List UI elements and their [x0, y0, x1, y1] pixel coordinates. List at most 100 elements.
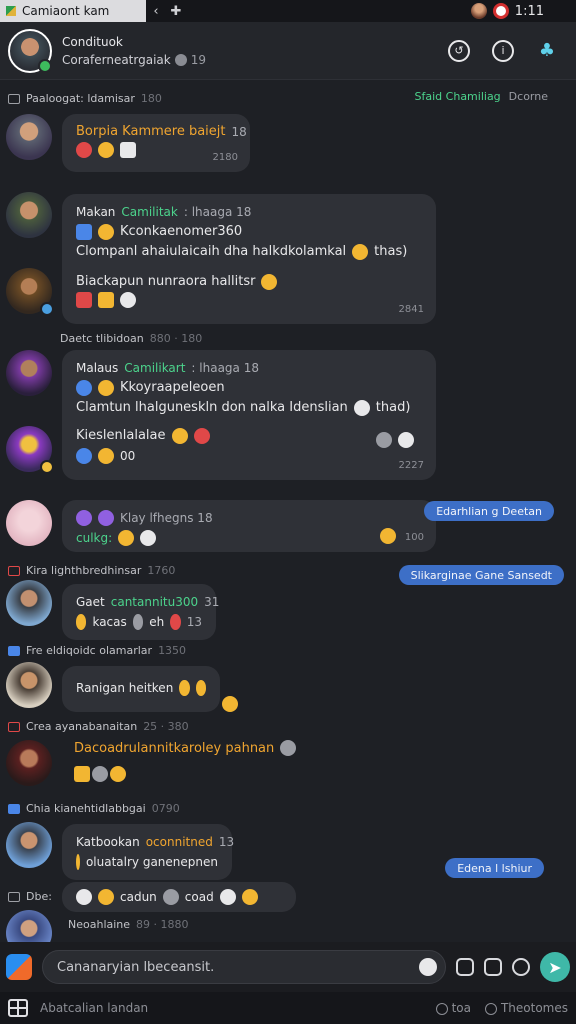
verified-icon — [38, 58, 52, 73]
sticker-icon — [74, 766, 90, 782]
chat-icon — [8, 803, 20, 814]
message-feed[interactable]: Paaloogat: ldamisar 180 Sfaid Chamiliag … — [0, 80, 576, 942]
profile-avatar[interactable] — [470, 3, 487, 19]
ball-icon — [120, 292, 136, 308]
message-bubble[interactable]: Klay lfhegns 18 culkg: 100 — [62, 500, 436, 552]
back-arrow-icon[interactable]: ‹ — [146, 4, 166, 19]
bottom-item-2[interactable]: Theotomes — [484, 1001, 568, 1015]
avatar[interactable] — [6, 350, 52, 396]
sparkle-icon — [76, 510, 92, 526]
gear-icon — [140, 530, 157, 546]
face-icon — [170, 614, 181, 630]
badge-icon — [40, 460, 54, 474]
circle-icon — [435, 1002, 448, 1015]
chat-header: Condituok Coraferneatrgaiak 19 ↺ i ♣ — [0, 22, 576, 80]
bottom-bar: Abatcalian landan toa Theotomes — [0, 992, 576, 1024]
chat-icon — [8, 645, 20, 656]
message-time: 2180 — [212, 152, 238, 163]
chat-icon — [8, 891, 20, 902]
message-text[interactable]: Dacoadrulannitkaroley pahnan — [74, 740, 297, 756]
avatar[interactable] — [6, 740, 52, 786]
thread-meta-row: Chia kianehtidlabbgai 0790 — [8, 802, 180, 815]
contact-avatar[interactable] — [8, 28, 52, 73]
pin-icon[interactable]: ✚ — [166, 4, 186, 19]
avatar[interactable] — [6, 426, 54, 474]
message-bubble[interactable]: Makan Camilitak: lhaaga 18 Kconkaenomer36… — [62, 194, 436, 324]
message-bubble[interactable]: cadun coad — [62, 882, 296, 912]
hand-icon — [76, 854, 80, 870]
pizza-icon — [76, 142, 92, 158]
message-bubble[interactable]: Katbookan oconnitned 13 oluatalry ganenepn… — [62, 824, 234, 880]
subtitle-count: 19 — [190, 52, 206, 67]
reply-pill[interactable]: Edarhlian g Deetan — [424, 501, 554, 521]
thread-meta-row: Kira lighthbredhinsar 1760 — [8, 564, 175, 577]
thread-meta-row: Crea ayanabanaitan 25 · 380 — [8, 720, 189, 733]
message-bubble[interactable]: Gaet cantannitu300 31 kacas eh 13 — [62, 584, 219, 640]
send-icon[interactable]: ➤ — [540, 952, 570, 982]
smile-icon — [110, 766, 126, 782]
avatar[interactable] — [6, 580, 52, 626]
heart-icon — [98, 448, 114, 464]
message-bubble[interactable]: Malaus Camilikart: lhaaga 18 Kkoyraapeleo… — [62, 350, 436, 480]
share-icon[interactable]: ♣ — [536, 40, 558, 62]
app-logo-icon — [6, 6, 16, 16]
sticker-button-icon[interactable] — [456, 958, 474, 976]
folder-icon — [8, 93, 20, 104]
message-time: 2841 — [398, 304, 424, 315]
thread-meta-row: Dbe: — [8, 890, 52, 903]
channel-link[interactable]: Sfaid Chamiliag — [415, 90, 501, 103]
app-tab[interactable]: Camiaont kam — [0, 0, 146, 22]
avatar[interactable] — [6, 114, 52, 160]
reply-pill[interactable]: Edena l lshiur — [445, 858, 544, 878]
message-input[interactable] — [57, 959, 419, 975]
avatar[interactable] — [6, 268, 54, 316]
message-count: 100 — [404, 532, 424, 543]
status-bar: Camiaont kam ‹ ✚ 1:11 — [0, 0, 576, 22]
leaf-icon — [118, 530, 135, 546]
sparkle-icon — [98, 224, 114, 240]
alert-icon — [8, 721, 20, 732]
inbox-icon — [8, 565, 20, 576]
avatar[interactable] — [6, 662, 52, 708]
avatar[interactable] — [6, 910, 52, 942]
message-stickers[interactable] — [74, 766, 126, 782]
message-time: 2227 — [398, 460, 424, 471]
thread-meta-row: Neoahlaine 89 · 1880 — [68, 918, 189, 931]
bottom-item-1[interactable]: toa — [435, 1001, 471, 1015]
sparkle-icon — [98, 510, 114, 526]
attachment-app-icon[interactable] — [6, 954, 32, 980]
pencil-icon — [380, 528, 396, 544]
gif-button-icon[interactable] — [484, 958, 502, 976]
info-icon[interactable]: i — [492, 39, 514, 62]
pencil-icon — [179, 680, 190, 696]
contact-subtitle: Coraferneatrgaiak — [62, 52, 171, 67]
thread-meta-right: Sfaid Chamiliag Dcorne — [415, 90, 548, 103]
message-bubble[interactable]: Ranigan heitken — [62, 666, 220, 712]
app-title: Camiaont kam — [22, 4, 110, 18]
reaction-avatar-icon[interactable] — [376, 432, 392, 448]
avatar[interactable] — [6, 822, 52, 868]
emoji-icon[interactable] — [419, 958, 437, 976]
reaction-avatar-icon[interactable] — [398, 432, 414, 448]
pencil-icon[interactable] — [222, 696, 238, 712]
smile-icon — [98, 142, 114, 158]
clock: 1:11 — [514, 3, 544, 19]
cup-icon — [76, 889, 92, 905]
message-composer: ➤ — [0, 942, 576, 992]
skull-icon — [219, 889, 236, 905]
globe-icon — [76, 380, 92, 396]
reply-pill[interactable]: Slikarginae Gane Sansedt — [398, 565, 564, 585]
grid-icon[interactable] — [8, 999, 28, 1017]
message-input-box[interactable] — [42, 950, 446, 984]
box-icon — [98, 292, 114, 308]
grin-icon — [195, 680, 206, 696]
notification-icon[interactable] — [492, 3, 509, 19]
avatar[interactable] — [6, 192, 52, 238]
camera-icon[interactable] — [512, 958, 530, 976]
thread-meta-row: Paaloogat: ldamisar 180 — [8, 92, 162, 105]
thread-meta-row: Fre eldiqoidc olamarlar 1350 — [8, 644, 186, 657]
hand-icon — [352, 244, 369, 260]
avatar[interactable] — [6, 500, 52, 546]
history-icon[interactable]: ↺ — [448, 39, 470, 62]
message-bubble[interactable]: Borpia Kammere baiejt 18 2180 — [62, 114, 250, 172]
